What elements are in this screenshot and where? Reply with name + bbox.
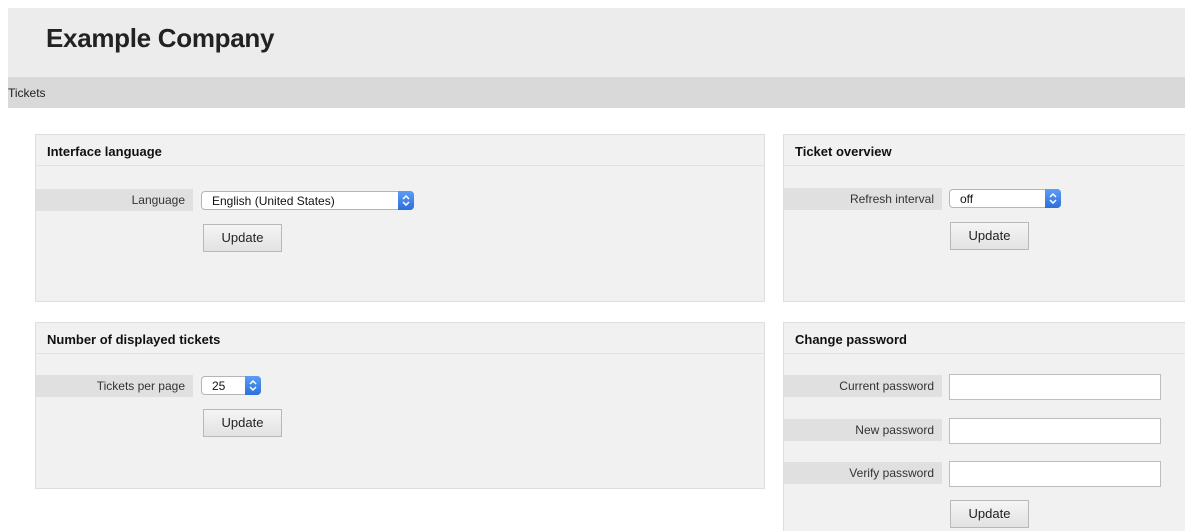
ticket-overview-panel: Ticket overview Refresh interval off Upd…	[783, 134, 1185, 302]
tickets-per-page-select[interactable]: 25	[201, 376, 261, 395]
tickets-per-page-update-button[interactable]: Update	[203, 409, 282, 437]
current-password-field[interactable]	[949, 374, 1161, 400]
panel-header: Interface language	[36, 135, 764, 166]
nav-item-tickets[interactable]: Tickets	[8, 86, 46, 100]
tickets-per-page-select-value: 25	[212, 379, 226, 393]
tickets-per-page-label-row: Tickets per page	[36, 375, 193, 397]
panel-header: Number of displayed tickets	[36, 323, 764, 354]
refresh-interval-label: Refresh interval	[849, 192, 934, 206]
panel-header: Ticket overview	[784, 135, 1185, 166]
tickets-per-page-label: Tickets per page	[96, 379, 185, 393]
verify-password-label: Verify password	[849, 466, 934, 480]
language-update-button[interactable]: Update	[203, 224, 282, 252]
chevron-up-down-icon	[398, 191, 414, 210]
verify-password-field[interactable]	[949, 461, 1161, 487]
current-password-label-row: Current password	[784, 375, 942, 397]
new-password-label: New password	[855, 423, 934, 437]
displayed-tickets-panel: Number of displayed tickets Tickets per …	[35, 322, 765, 489]
interface-language-panel: Interface language Language English (Uni…	[35, 134, 765, 302]
change-password-panel: Change password Current password New pas…	[783, 322, 1185, 531]
panel-title: Number of displayed tickets	[47, 332, 221, 347]
language-select-value: English (United States)	[212, 194, 335, 208]
language-label-row: Language	[36, 189, 193, 211]
new-password-field[interactable]	[949, 418, 1161, 444]
panel-title: Interface language	[47, 144, 162, 159]
chevron-up-down-icon	[245, 376, 261, 395]
panel-title: Ticket overview	[795, 144, 892, 159]
chevron-up-down-icon	[1045, 189, 1061, 208]
nav-bar: Tickets	[8, 77, 1185, 108]
verify-password-label-row: Verify password	[784, 462, 942, 484]
refresh-interval-select-value: off	[960, 192, 974, 206]
new-password-label-row: New password	[784, 419, 942, 441]
panel-title: Change password	[795, 332, 907, 347]
panel-header: Change password	[784, 323, 1185, 354]
language-label: Language	[131, 193, 185, 207]
page-header: Example Company	[8, 8, 1185, 77]
change-password-update-button[interactable]: Update	[950, 500, 1029, 528]
current-password-label: Current password	[839, 379, 934, 393]
refresh-interval-update-button[interactable]: Update	[950, 222, 1029, 250]
refresh-interval-select[interactable]: off	[949, 189, 1061, 208]
company-name: Example Company	[46, 23, 275, 53]
language-select[interactable]: English (United States)	[201, 191, 414, 210]
refresh-interval-label-row: Refresh interval	[784, 188, 942, 210]
